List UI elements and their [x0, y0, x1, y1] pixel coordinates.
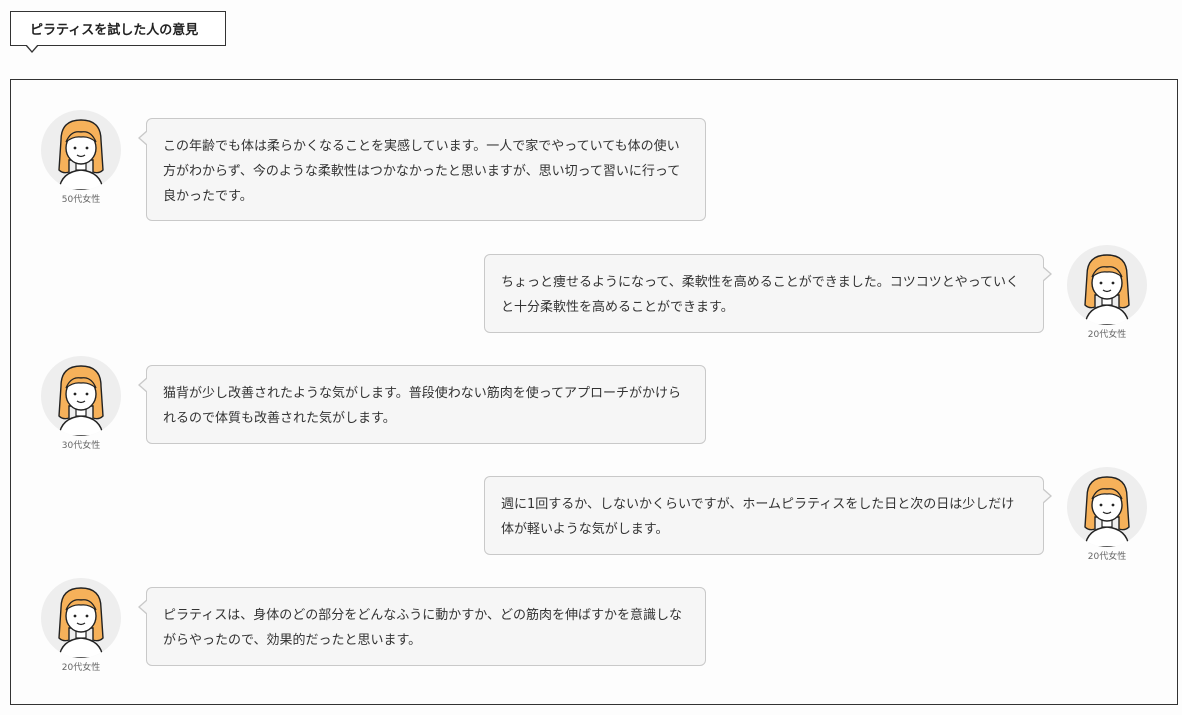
review-bubble: ピラティスは、身体のどの部分をどんなふうに動かすか、どの筋肉を伸ばすかを意識しな…: [138, 587, 706, 666]
reviewer: 50代女性: [41, 110, 121, 206]
woman-avatar-icon: [1067, 467, 1147, 547]
reviewer-caption: 20代女性: [61, 663, 101, 673]
reviewer: 20代女性: [41, 578, 121, 674]
reviewer-caption: 20代女性: [1087, 552, 1127, 562]
section-title: ピラティスを試した人の意見: [10, 11, 226, 46]
woman-avatar-icon: [41, 578, 121, 658]
woman-avatar-icon: [41, 356, 121, 436]
review-bubble: この年齢でも体は柔らかくなることを実感しています。一人で家でやっていても体の使い…: [138, 118, 706, 221]
woman-avatar-icon: [1067, 245, 1147, 325]
title-tab-pointer: [25, 44, 39, 53]
review-bubble: ちょっと痩せるようになって、柔軟性を高めることができました。コツコツとやっていく…: [484, 254, 1052, 333]
section-title-text: ピラティスを試した人の意見: [30, 23, 199, 38]
reviewer-caption: 20代女性: [1087, 330, 1127, 340]
reviewer-caption: 30代女性: [61, 441, 101, 451]
reviews-container: 50代女性 この年齢でも体は柔らかくなることを実感しています。一人で家でやってい…: [10, 79, 1178, 705]
reviewer-caption: 50代女性: [61, 195, 101, 205]
reviewer: 20代女性: [1067, 467, 1147, 563]
woman-avatar-icon: [41, 110, 121, 190]
review-bubble: 週に1回するか、しないかくらいですが、ホームピラティスをした日と次の日は少しだけ…: [484, 476, 1052, 555]
reviewer: 20代女性: [1067, 245, 1147, 341]
review-bubble: 猫背が少し改善されたような気がします。普段使わない筋肉を使ってアプローチがかけら…: [138, 365, 706, 444]
reviewer: 30代女性: [41, 356, 121, 452]
